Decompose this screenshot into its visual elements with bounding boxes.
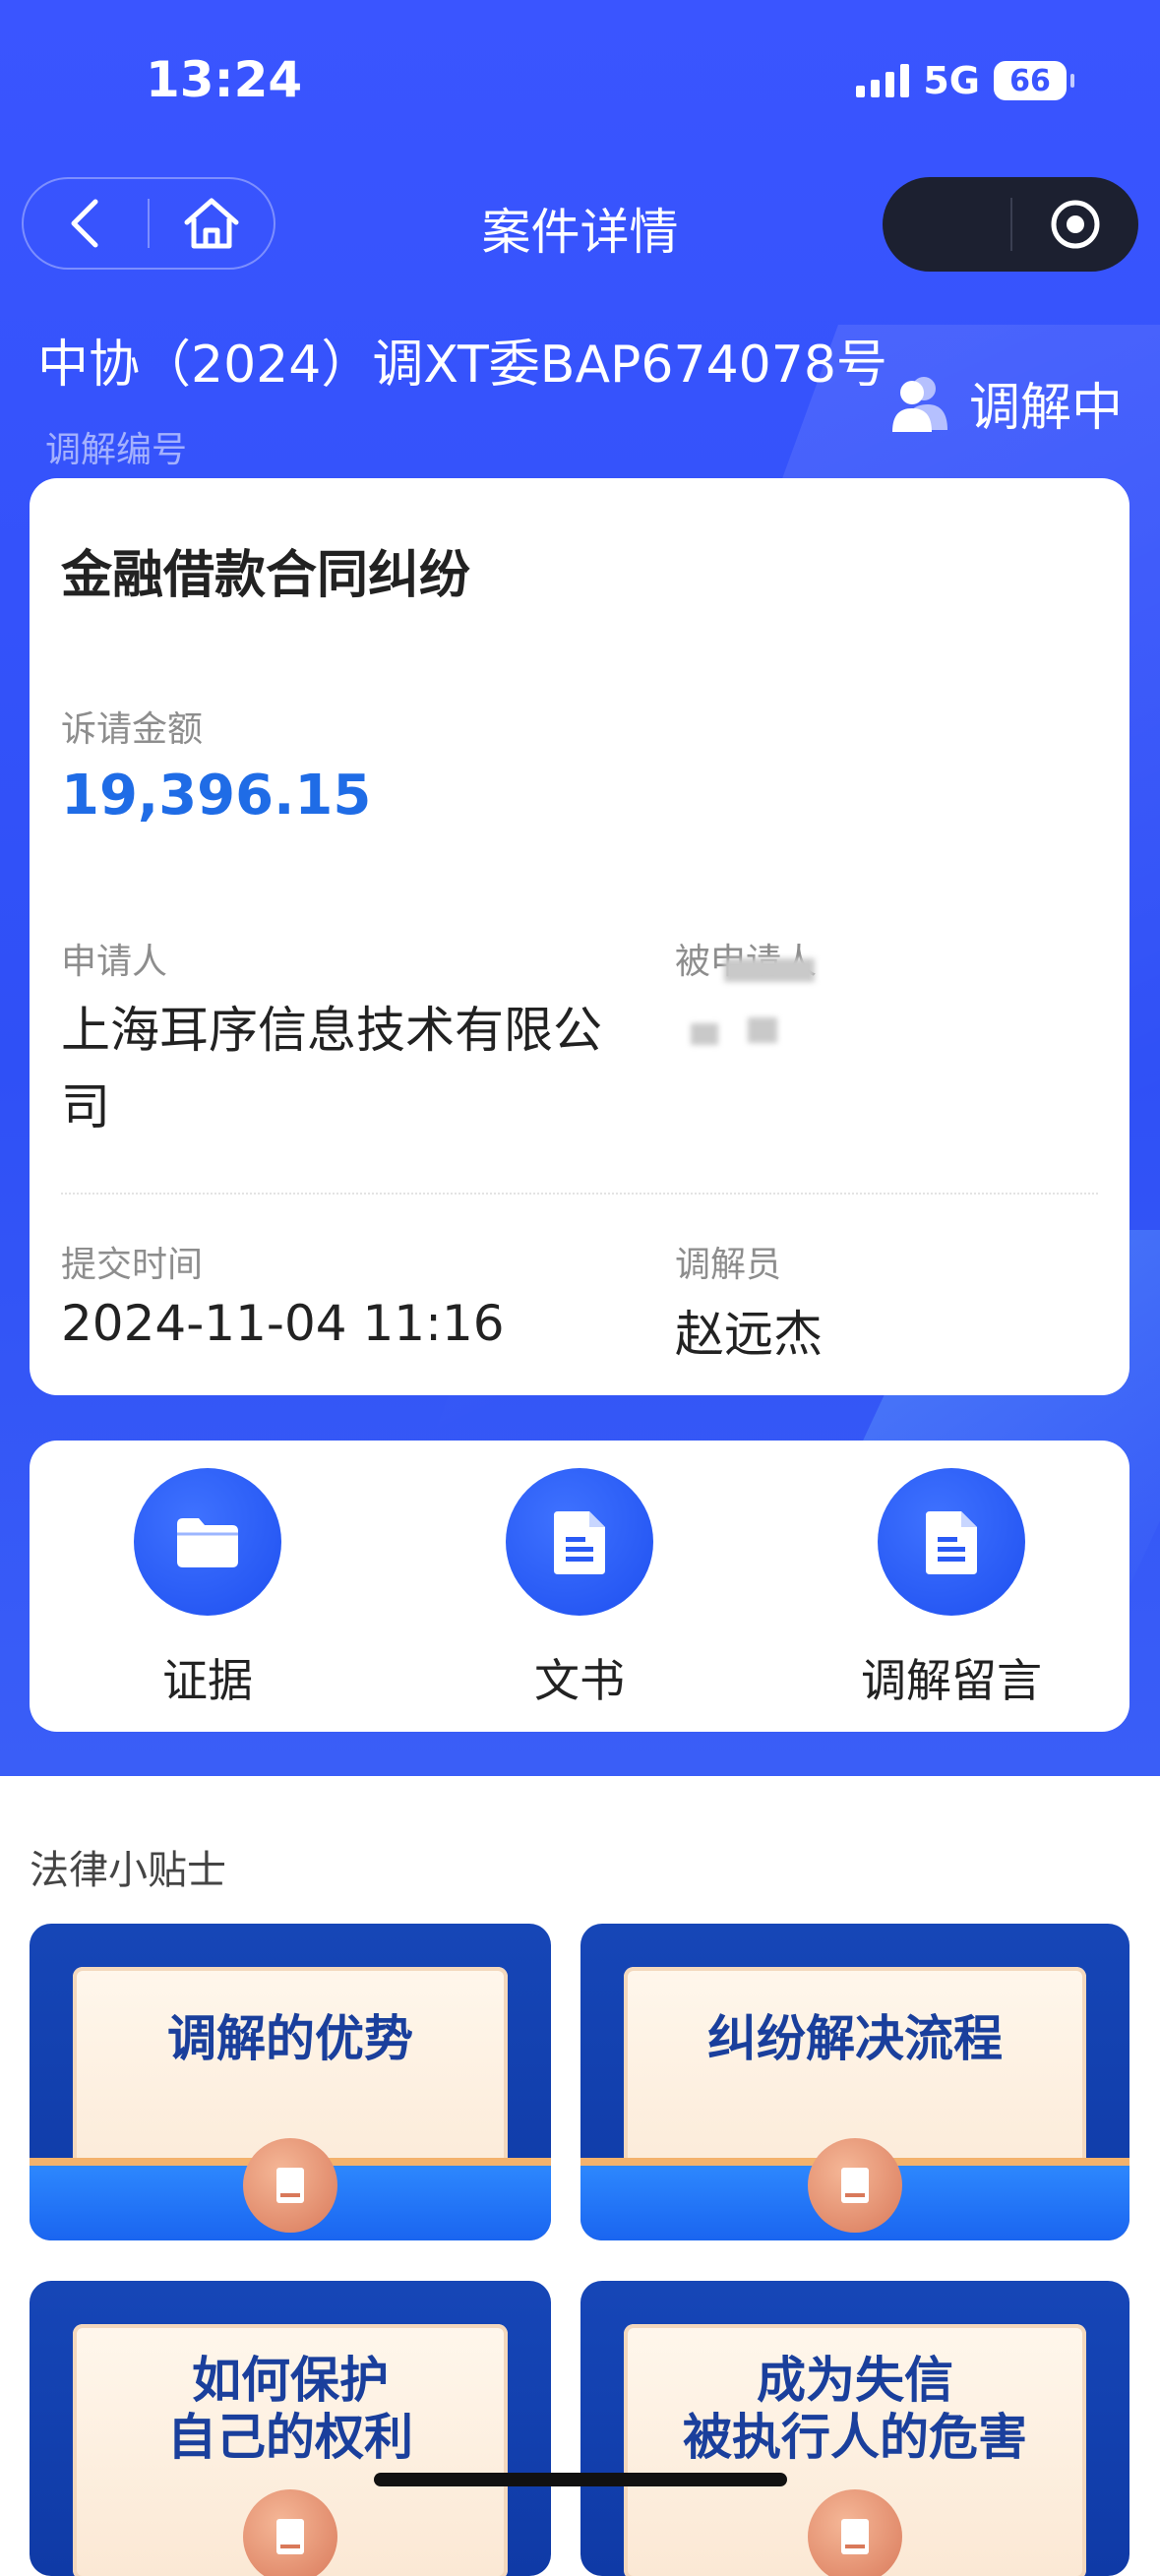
respondent-redacted-1 bbox=[724, 958, 815, 982]
submit-time-label: 提交时间 bbox=[61, 1245, 204, 1285]
amount-label: 诉请金额 bbox=[61, 709, 204, 750]
book-icon bbox=[243, 2489, 337, 2576]
book-icon bbox=[808, 2489, 902, 2576]
battery-icon: 66 bbox=[994, 61, 1074, 100]
status-text: 调解中 bbox=[968, 379, 1123, 438]
applicant-name: 上海耳序信息技术有限公司 bbox=[61, 1002, 602, 1135]
case-number: 中协（2024）调XT委BAP674078号 bbox=[37, 336, 887, 395]
status-icons: 5G 66 bbox=[856, 59, 1074, 102]
card-divider bbox=[61, 1193, 1098, 1195]
book-icon bbox=[808, 2138, 902, 2233]
tip-title-line1: 如何保护 bbox=[192, 2352, 389, 2409]
mediation-message-label: 调解留言 bbox=[861, 1654, 1042, 1707]
tips-section-title: 法律小贴士 bbox=[30, 1848, 226, 1893]
tip-card-dishonest[interactable]: 成为失信 被执行人的危害 bbox=[580, 2281, 1129, 2576]
tip-title-line2: 自己的权利 bbox=[167, 2409, 413, 2466]
network-type: 5G bbox=[923, 59, 980, 102]
tip-title-line1: 成为失信 bbox=[757, 2352, 953, 2409]
miniapp-capsule bbox=[883, 177, 1138, 272]
respondent-redacted-2 bbox=[691, 1023, 718, 1045]
close-miniapp-button[interactable] bbox=[1012, 197, 1138, 252]
book-icon bbox=[243, 2138, 337, 2233]
tip-card-rights[interactable]: 如何保护 自己的权利 bbox=[30, 2281, 551, 2576]
evidence-button[interactable]: 证据 bbox=[80, 1468, 336, 1710]
tip-title: 纠纷解决流程 bbox=[707, 2010, 1003, 2067]
evidence-icon-circle bbox=[134, 1468, 281, 1616]
tip-title-line2: 被执行人的危害 bbox=[683, 2409, 1027, 2466]
document-icon bbox=[926, 1511, 977, 1574]
tip-card-process[interactable]: 纠纷解决流程 bbox=[580, 1924, 1129, 2240]
documents-button[interactable]: 文书 bbox=[452, 1468, 707, 1710]
signal-icon bbox=[856, 64, 910, 97]
user-icon bbox=[891, 376, 947, 432]
evidence-label: 证据 bbox=[162, 1654, 253, 1707]
respondent-redacted-3 bbox=[748, 1017, 777, 1043]
document-icon bbox=[554, 1511, 605, 1574]
actions-card: 证据 文书 调解留言 bbox=[30, 1441, 1129, 1732]
case-type: 金融借款合同纠纷 bbox=[61, 546, 471, 605]
mediator-label: 调解员 bbox=[675, 1245, 782, 1285]
submit-time: 2024-11-04 11:16 bbox=[61, 1295, 505, 1352]
folder-icon bbox=[177, 1518, 238, 1567]
message-icon-circle bbox=[878, 1468, 1025, 1616]
claim-amount: 19,396.15 bbox=[61, 764, 372, 828]
mediation-message-button[interactable]: 调解留言 bbox=[824, 1468, 1079, 1710]
status-time: 13:24 bbox=[146, 51, 303, 108]
tip-title: 调解的优势 bbox=[167, 2010, 413, 2067]
case-status: 调解中 bbox=[890, 366, 1123, 440]
home-indicator[interactable] bbox=[374, 2473, 787, 2486]
target-icon bbox=[1051, 200, 1100, 249]
more-button[interactable] bbox=[883, 177, 1010, 272]
documents-label: 文书 bbox=[534, 1654, 625, 1707]
applicant-label: 申请人 bbox=[61, 942, 168, 982]
case-detail-card: 金融借款合同纠纷 诉请金额 19,396.15 申请人 上海耳序信息技术有限公司… bbox=[30, 478, 1129, 1395]
mediator-name: 赵远杰 bbox=[675, 1306, 823, 1363]
tip-title: 如何保护 自己的权利 bbox=[30, 2352, 551, 2466]
documents-icon-circle bbox=[506, 1468, 653, 1616]
tip-card-advantages[interactable]: 调解的优势 bbox=[30, 1924, 551, 2240]
case-number-label: 调解编号 bbox=[45, 430, 188, 470]
tip-title: 成为失信 被执行人的危害 bbox=[580, 2352, 1129, 2466]
